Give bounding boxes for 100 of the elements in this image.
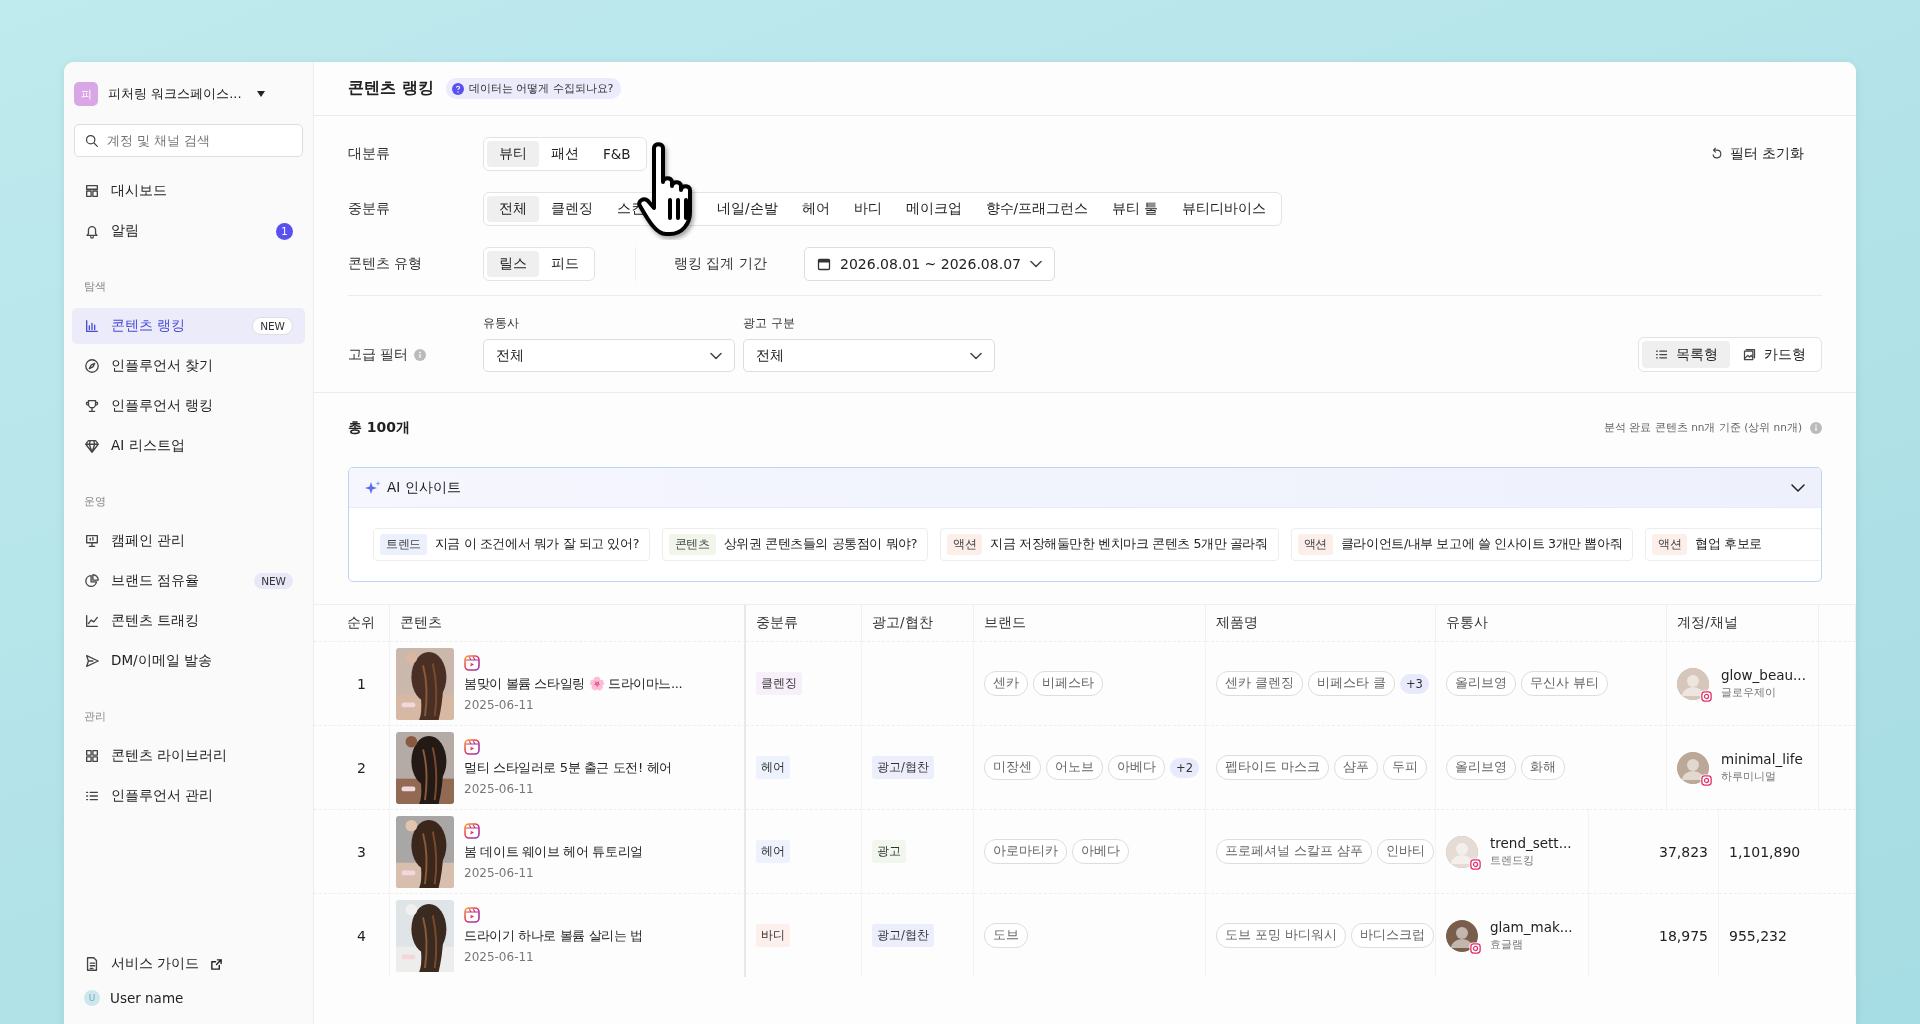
brand-chip: 도브 — [984, 923, 1028, 948]
nav-item[interactable]: 알림 1 — [72, 213, 305, 249]
more-count[interactable]: +3 — [1399, 673, 1429, 694]
section-title: 관리 — [83, 709, 107, 725]
prompt-tag: 콘텐츠 — [668, 534, 716, 555]
chevron-down-icon — [1029, 259, 1042, 268]
prompt-tag: 액션 — [947, 534, 983, 555]
filter-option[interactable]: 패션 — [539, 140, 591, 167]
question-icon — [451, 82, 464, 95]
section-title: 운영 — [83, 494, 107, 510]
suggested-prompt[interactable]: 액션 지금 저장해둘만한 벤치마크 콘텐츠 5개만 골라줘 — [940, 528, 1279, 561]
avatar-icon — [1446, 835, 1478, 868]
filter-option[interactable]: 향수/프래그런스 — [973, 195, 1101, 222]
user-name[interactable]: User name — [110, 990, 184, 1006]
filter-option[interactable]: 바디 — [841, 195, 894, 222]
filter-option[interactable]: 헤어 — [789, 195, 842, 222]
search-icon — [84, 133, 99, 148]
workspace-avatar: 피 — [74, 82, 98, 106]
nav-item[interactable]: 인플루언서 관리 — [72, 778, 305, 814]
column-header[interactable]: 콘텐츠 — [390, 605, 746, 641]
info-icon — [1810, 422, 1822, 434]
sparkle-icon — [365, 479, 381, 496]
chevron-down-icon — [970, 351, 982, 360]
info-icon — [414, 349, 427, 361]
caret-icon[interactable] — [255, 90, 266, 98]
ad-tag: 광고 — [872, 840, 906, 863]
filter-option[interactable]: 네일/손발 — [705, 195, 790, 222]
workspace-name[interactable]: 피처링 워크스페이스... — [108, 85, 242, 103]
select-dropdown[interactable]: 전체 — [483, 339, 735, 372]
column-header[interactable]: 중분류 — [746, 605, 862, 641]
reset-filter-button[interactable]: 필터 초기화 — [1703, 143, 1810, 164]
brand-chip: 아베다 — [1072, 839, 1129, 864]
search-field[interactable]: 계정 및 채널 검색 — [74, 124, 303, 157]
select-label: 유통사 — [483, 316, 520, 331]
content-date: 2025-06-11 — [464, 781, 535, 796]
filter-option[interactable]: 메이크업 — [893, 195, 974, 222]
column-header[interactable]: 계정/채널 — [1667, 605, 1819, 641]
filter-option[interactable]: 전체 — [487, 195, 539, 222]
rank-cell: 1 — [314, 641, 390, 725]
avatar-icon — [1677, 751, 1709, 784]
account-handle[interactable]: glam_mak... — [1490, 919, 1573, 935]
nav-item[interactable]: 콘텐츠 트래킹 — [72, 603, 305, 639]
suggested-prompt[interactable]: 트렌드 지금 이 조건에서 뭐가 잘 되고 있어? — [373, 528, 650, 561]
select-dropdown[interactable]: 전체 — [743, 339, 995, 372]
suggested-prompt[interactable]: 콘텐츠 상위권 콘텐츠들의 공통점이 뭐야? — [661, 528, 929, 561]
ad-tag: 광고/협찬 — [872, 756, 934, 779]
filter-option[interactable]: F&B — [591, 140, 643, 167]
nav-item[interactable]: 콘텐츠 라이브러리 — [72, 738, 305, 774]
product-chip: 두피 — [1383, 755, 1427, 780]
column-header[interactable]: 광고/협찬 — [862, 605, 974, 641]
content-title[interactable]: 멀티 스타일러로 5분 출근 도전! 헤어 — [464, 760, 672, 777]
metric-cell: 1,101,890 — [1719, 809, 1856, 893]
suggested-prompt[interactable]: 액션 클라이언트/내부 보고에 쓸 인사이트 3개만 뽑아줘 — [1290, 528, 1634, 561]
column-header[interactable]: 순위 — [314, 605, 390, 641]
date-range-picker[interactable]: 2026.08.01 ~ 2026.08.07 — [804, 246, 1055, 281]
content-title[interactable]: 봄 데이트 웨이브 헤어 튜토리얼 — [464, 844, 643, 861]
guide-link[interactable]: 서비스 가이드 — [72, 946, 305, 982]
diamond-icon — [84, 438, 100, 454]
brand-chip: 아로마티카 — [984, 839, 1067, 864]
nav-item[interactable]: 인플루언서 랭킹 — [72, 388, 305, 424]
brand-chip: 아베다 — [1108, 755, 1165, 780]
chevron-down-icon[interactable] — [1791, 482, 1805, 493]
content-title[interactable]: 드라이기 하나로 볼륨 살리는 법 — [464, 928, 643, 945]
total-count: 총 100개 — [348, 419, 411, 437]
pie-chart-icon — [84, 573, 100, 589]
filter-option[interactable]: 뷰티 툴 — [1100, 195, 1171, 222]
filter-option[interactable]: 뷰티 — [487, 140, 539, 167]
column-header[interactable]: 제품명 — [1206, 605, 1436, 641]
filter-option[interactable]: 피드 — [539, 250, 591, 277]
content-title[interactable]: 봄맞이 볼륨 스타일링 🌸 드라이마느... — [464, 676, 683, 693]
filter-option[interactable]: 뷰티디바이스 — [1170, 195, 1279, 222]
filter-option[interactable]: 릴스 — [487, 250, 539, 277]
rank-cell: 3 — [314, 809, 390, 893]
account-name: 글로우제이 — [1721, 686, 1777, 700]
nav-item[interactable]: 대시보드 — [72, 173, 305, 209]
more-count[interactable]: +2 — [1170, 757, 1199, 778]
account-handle[interactable]: minimal_life — [1721, 751, 1803, 767]
product-chip: 도브 포밍 바디워시 — [1216, 923, 1346, 948]
filter-option[interactable]: 클렌징 — [539, 195, 605, 222]
nav-item[interactable]: 브랜드 점유율 NEW — [72, 563, 305, 599]
column-header[interactable]: 브랜드 — [974, 605, 1206, 641]
nav-item[interactable]: 캠페인 관리 — [72, 523, 305, 559]
category-tag: 바디 — [756, 924, 790, 947]
nav-item[interactable]: DM/이메일 발송 — [72, 643, 305, 679]
column-header[interactable]: 유통사 — [1436, 605, 1667, 641]
distributor-chip: 무신사 뷰티 — [1521, 671, 1608, 696]
account-handle[interactable]: trend_sett... — [1490, 835, 1572, 851]
ai-insight-title: AI 인사이트 — [387, 478, 461, 497]
nav-item[interactable]: 인플루언서 찾기 — [72, 348, 305, 384]
account-name: 트렌드킹 — [1490, 854, 1535, 868]
nav-item[interactable]: AI 리스트업 — [72, 428, 305, 464]
metric-cell: 18,975 — [1589, 893, 1719, 977]
help-link[interactable]: 데이터는 어떻게 수집되나요? — [445, 78, 622, 99]
account-handle[interactable]: glow_beau... — [1721, 667, 1806, 683]
suggested-prompt[interactable]: 액션 협업 후보로 — [1645, 528, 1821, 561]
calendar-icon — [817, 256, 831, 271]
view-toggle[interactable]: 카드형 — [1730, 341, 1818, 368]
filter-label: 콘텐츠 유형 — [348, 254, 424, 273]
view-toggle[interactable]: 목록형 — [1642, 341, 1730, 368]
nav-item[interactable]: 콘텐츠 랭킹 NEW — [72, 308, 305, 344]
